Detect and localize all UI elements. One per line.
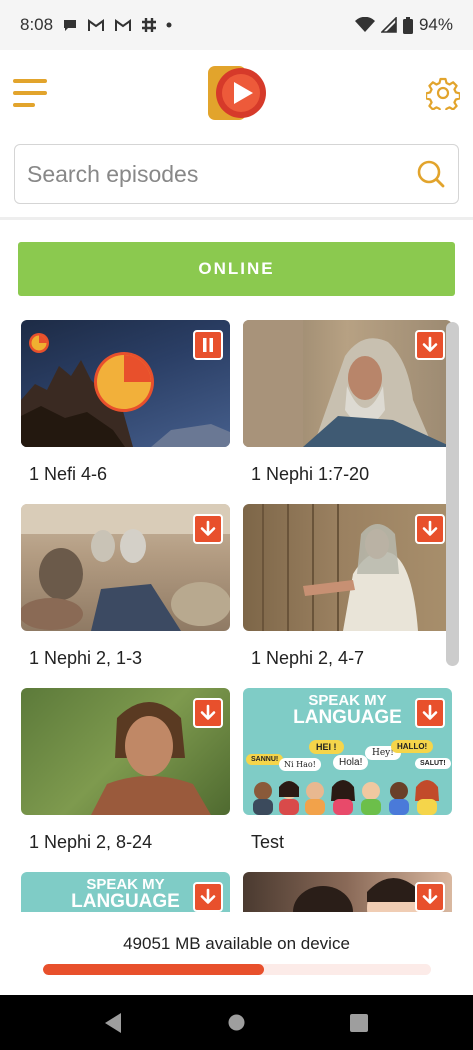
episode-grid[interactable]: 1 Nefi 4-6 1 Nephi 1:7-20 1 Nephi 2, 1-3…	[0, 318, 473, 912]
app-header	[0, 50, 473, 144]
speech-bubble: HALLO!	[391, 740, 434, 753]
storage-available-text: 49051 MB available on device	[123, 934, 350, 953]
status-bar: 8:08 94%	[0, 0, 473, 50]
episode-card[interactable]: 1 Nephi 2, 1-3	[21, 504, 230, 672]
storage-progress-fill	[43, 964, 265, 975]
episode-thumbnail[interactable]: SPEAK MY LANGUAGE	[21, 872, 230, 912]
episode-thumbnail[interactable]	[21, 504, 230, 631]
speech-bubble: HEI !	[309, 740, 344, 754]
cell-signal-icon	[380, 17, 397, 33]
gear-icon[interactable]	[425, 76, 461, 114]
grid-scrollbar[interactable]	[446, 322, 459, 666]
hamburger-menu-icon[interactable]	[12, 74, 50, 112]
download-icon[interactable]	[193, 698, 223, 728]
episode-thumbnail[interactable]: SPEAK MY LANGUAGE HEI ! Hey! HALLO! SANN…	[243, 688, 452, 815]
episode-title: Test	[251, 832, 285, 852]
system-nav-bar	[0, 995, 473, 1050]
speech-bubble: Hola!	[333, 755, 369, 770]
home-icon[interactable]	[228, 1014, 245, 1031]
download-progress-pie	[94, 352, 154, 412]
episode-title: 1 Nephi 1:7-20	[251, 464, 370, 484]
more-notifications-dot	[166, 22, 172, 28]
gmail-icon	[87, 18, 105, 32]
slack-icon	[141, 17, 157, 33]
episode-card[interactable]	[243, 872, 452, 912]
download-icon[interactable]	[193, 882, 223, 912]
episode-card[interactable]: SPEAK MY LANGUAGE	[21, 872, 230, 912]
back-icon[interactable]	[103, 1012, 123, 1034]
storage-footer: 49051 MB available on device	[0, 912, 473, 995]
status-time: 8:08	[20, 15, 54, 34]
search-icon[interactable]	[416, 159, 446, 189]
online-button[interactable]: ONLINE	[18, 242, 455, 296]
episode-card[interactable]: 1 Nefi 4-6	[21, 320, 230, 488]
app-logo	[206, 62, 268, 124]
speech-bubble: SANNU!	[246, 754, 284, 765]
recents-icon[interactable]	[350, 1014, 368, 1032]
episode-thumbnail[interactable]	[243, 504, 452, 631]
pause-icon[interactable]	[193, 330, 223, 360]
battery-icon	[402, 16, 413, 34]
battery-percent: 94%	[418, 15, 453, 34]
episode-thumbnail[interactable]	[243, 872, 452, 912]
download-progress-small-icon	[29, 333, 49, 353]
chat-notification-icon	[62, 17, 78, 33]
search-input[interactable]	[27, 160, 416, 188]
episode-card[interactable]: 1 Nephi 1:7-20	[243, 320, 452, 488]
download-icon[interactable]	[415, 882, 445, 912]
episode-card[interactable]: 1 Nephi 2, 4-7	[243, 504, 452, 672]
episode-title: 1 Nephi 2, 4-7	[251, 648, 365, 668]
people-illustration	[253, 780, 439, 815]
episode-card[interactable]: 1 Nephi 2, 8-24	[21, 688, 230, 856]
episode-title: 1 Nefi 4-6	[29, 464, 108, 484]
wifi-icon	[354, 17, 375, 33]
download-icon[interactable]	[193, 514, 223, 544]
episode-thumbnail[interactable]	[243, 320, 452, 447]
header-divider	[0, 217, 473, 220]
storage-progress-bar	[43, 964, 431, 975]
episode-title: 1 Nephi 2, 1-3	[29, 648, 143, 668]
search-bar	[14, 144, 459, 204]
speech-bubble: Ni Hao!	[279, 758, 321, 771]
episode-card[interactable]: SPEAK MY LANGUAGE HEI ! Hey! HALLO! SANN…	[243, 688, 452, 856]
download-icon[interactable]	[415, 330, 445, 360]
speech-bubble: SALUT!	[415, 758, 451, 769]
gmail-icon	[114, 18, 132, 32]
download-icon[interactable]	[415, 514, 445, 544]
episode-thumbnail[interactable]	[21, 688, 230, 815]
episode-title: 1 Nephi 2, 8-24	[29, 832, 153, 852]
download-icon[interactable]	[415, 698, 445, 728]
episode-thumbnail[interactable]	[21, 320, 230, 447]
